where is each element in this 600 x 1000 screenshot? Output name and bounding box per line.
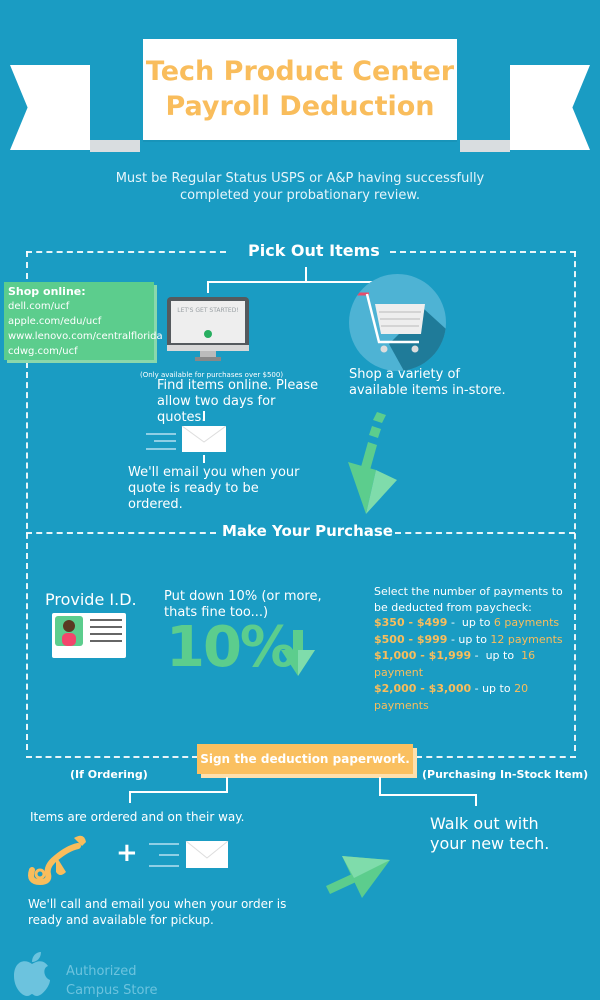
connector — [305, 267, 307, 281]
plus-icon: + — [116, 838, 138, 868]
shop-link-apple[interactable]: apple.com/edu/ucf — [8, 314, 154, 329]
notify-text: We'll call and email you when your order… — [28, 897, 287, 927]
arrow-down-icon — [348, 410, 408, 515]
footer-line2: Campus Store — [66, 983, 158, 998]
provide-id-label: Provide I.D. — [45, 590, 137, 609]
ribbon-fold-left — [90, 140, 140, 152]
shop-link-cdwg[interactable]: cdwg.com/ucf — [8, 344, 154, 359]
connector — [475, 794, 477, 806]
shopping-cart-icon — [349, 274, 446, 371]
payment-tier-row: $2,000 - $3,000 - up to 20 payments — [374, 682, 529, 712]
ordered-text: Items are ordered and on their way. — [30, 810, 245, 824]
connector — [203, 455, 205, 463]
connector — [203, 411, 205, 421]
ten-percent-label: 10% — [166, 615, 296, 680]
section-border-right — [574, 251, 576, 751]
connector — [129, 791, 131, 803]
page-title-line1: Tech Product Center — [145, 56, 455, 87]
percent-down-arrow-icon — [281, 630, 315, 676]
footer-line1: Authorized — [66, 964, 137, 979]
payment-tiers: $350 - $499 - up to 6 payments $500 - $9… — [374, 615, 574, 714]
page-title-line2: Payroll Deduction — [165, 91, 435, 122]
shop-online-heading: Shop online: — [8, 285, 86, 298]
connector — [379, 794, 477, 796]
ribbon-fold-right — [460, 140, 510, 152]
if-ordering-label: (If Ordering) — [70, 768, 148, 781]
email-icon — [149, 840, 229, 869]
connector — [379, 777, 381, 794]
walkout-text: Walk out with your new tech. — [430, 814, 550, 853]
authorized-store-label: Authorized Campus Store — [66, 962, 157, 1000]
section-divider-left — [26, 532, 216, 534]
section-border-top-left — [26, 251, 226, 253]
payments-intro: Select the number of payments to be dedu… — [374, 585, 563, 614]
section-divider-right — [395, 532, 575, 534]
section-title-purchase: Make Your Purchase — [222, 522, 393, 540]
phone-icon — [26, 832, 104, 886]
connector — [207, 281, 209, 293]
section-border-left-top — [26, 251, 28, 279]
section-border-left — [26, 362, 28, 750]
id-card-icon — [52, 613, 126, 658]
shop-online-box: Shop online: dell.com/ucf apple.com/edu/… — [4, 282, 163, 360]
instore-text: Shop a variety of available items in-sto… — [349, 367, 506, 398]
payment-tier-row: $500 - $999 - up to 12 payments — [374, 632, 563, 646]
sign-paperwork-step: Sign the deduction paperwork. — [197, 744, 413, 774]
apple-logo-icon — [14, 952, 50, 996]
monitor-screen-text: LET'S GET STARTED! — [177, 307, 239, 314]
email-icon — [146, 425, 227, 452]
payment-tier-row: $350 - $499 - up to 6 payments — [374, 616, 560, 629]
monitor-icon: LET'S GET STARTED! — [167, 297, 249, 363]
payment-tier-row: $1,000 - $1,999 - up to 16 payment — [374, 649, 536, 679]
connector — [129, 791, 228, 793]
email-text: We'll email you when your quote is ready… — [128, 465, 300, 512]
section-border-bottom-left — [26, 756, 198, 758]
in-stock-label: (Purchasing In-Stock Item) — [422, 768, 589, 781]
shop-link-dell[interactable]: dell.com/ucf — [8, 299, 154, 314]
shop-link-lenovo[interactable]: www.lenovo.com/centralflorida — [8, 329, 163, 344]
eligibility-subtitle: Must be Regular Status USPS or A&P havin… — [115, 171, 485, 203]
arrow-up-right-icon — [326, 854, 394, 900]
connector — [226, 777, 228, 791]
section-border-bottom-right — [416, 756, 576, 758]
online-text: Find items online. Please allow two days… — [157, 378, 319, 425]
section-border-top-right — [390, 251, 576, 253]
section-title-pick-out: Pick Out Items — [248, 241, 380, 260]
